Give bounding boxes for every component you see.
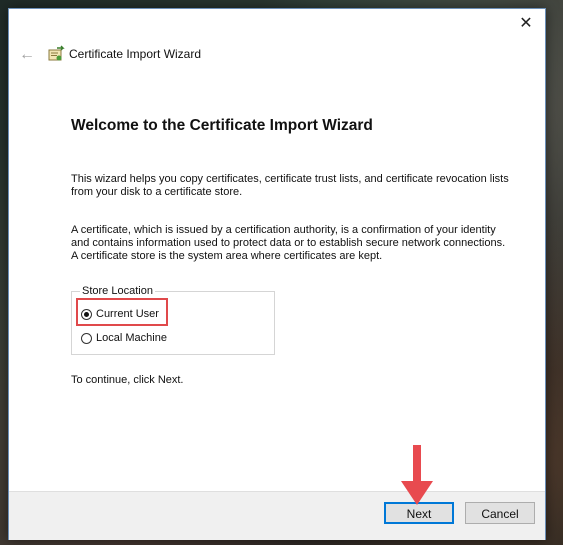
title-bar: ✕ [9,9,545,39]
radio-current-user-label: Current User [96,308,159,320]
back-button[interactable]: ← [17,45,37,65]
radio-local-machine[interactable]: Local Machine [81,330,167,346]
radio-selected-icon[interactable] [81,308,92,320]
radio-current-user[interactable]: Current User [81,306,159,322]
button-bar: Next Cancel [9,491,545,540]
back-arrow-icon: ← [19,46,35,63]
intro-paragraph: This wizard helps you copy certificates,… [71,173,509,198]
cancel-button[interactable]: Cancel [465,502,535,524]
close-icon: ✕ [519,15,533,32]
pointer-arrow-icon [401,445,433,505]
wizard-header: ← Certificate Import Wizard [9,39,545,73]
page-title: Welcome to the Certificate Import Wizard [71,117,373,134]
store-location-label: Store Location [80,285,155,297]
continue-instruction: To continue, click Next. [71,374,184,386]
radio-unselected-icon[interactable] [81,332,92,344]
certificate-description: A certificate, which is issued by a cert… [71,224,506,262]
close-button[interactable]: ✕ [511,11,541,37]
wizard-window: ✕ ← Certificate Import Wizard Welcome to… [8,8,546,540]
radio-local-machine-label: Local Machine [96,332,167,344]
wizard-title: Certificate Import Wizard [69,47,202,61]
certificate-icon [48,45,65,61]
store-location-group: Store Location Current User Local Machin… [71,285,275,355]
